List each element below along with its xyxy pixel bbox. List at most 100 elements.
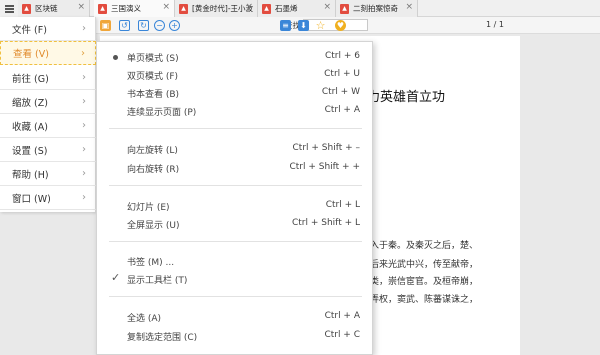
submenu-item-label: 全屏显示 (U) — [127, 221, 180, 231]
submenu-item-label: 幻灯片 (E) — [127, 203, 170, 213]
menu-item-label: 前往 (G) — [12, 73, 49, 85]
menu-item-label: 文件 (F) — [12, 24, 47, 36]
checkmark-icon: ✓ — [111, 271, 121, 284]
close-icon[interactable]: × — [323, 2, 331, 12]
shortcut-label: Ctrl + A — [324, 311, 360, 321]
tab-erke[interactable]: ▲ 二刻拍案惊奇 × — [336, 0, 418, 17]
submenu-item-label: 显示工具栏 (T) — [127, 276, 188, 286]
close-icon[interactable]: × — [405, 2, 413, 12]
shortcut-label: Ctrl + 6 — [324, 51, 360, 61]
zoom-out-icon[interactable]: − — [154, 20, 165, 31]
chevron-right-icon: › — [82, 192, 86, 203]
rotate-right-icon[interactable]: ↻ — [138, 20, 149, 31]
selected-dot-icon — [113, 55, 118, 60]
tab-blockchain[interactable]: ▲ 区块链 × — [18, 0, 90, 17]
submenu-item-continuous[interactable]: 连续显示页面 (P) Ctrl + A — [97, 102, 374, 120]
toolbar: ▣ ↺ ↻ − + 查找: ≡ ⬇ ☆ ♥ 1 / 1 — [96, 17, 600, 34]
star-icon[interactable]: ☆ — [315, 19, 326, 32]
close-icon[interactable]: × — [77, 2, 85, 12]
shortcut-label: Ctrl + Shift + – — [292, 143, 361, 153]
shortcut-label: Ctrl + C — [324, 330, 360, 340]
hamburger-icon — [4, 4, 14, 13]
menu-separator — [109, 185, 362, 186]
submenu-item-rotate-right[interactable]: 向右旋转 (R) Ctrl + Shift + + — [97, 159, 374, 177]
pdf-icon: ▲ — [340, 3, 349, 14]
page-indicator: 1 / 1 — [486, 20, 504, 29]
submenu-item-label: 连续显示页面 (P) — [127, 108, 197, 118]
tab-label: 二刻拍案惊奇 — [353, 4, 398, 13]
submenu-item-single-page[interactable]: 单页模式 (S) Ctrl + 6 — [97, 48, 374, 66]
submenu-item-double-page[interactable]: 双页模式 (F) Ctrl + U — [97, 66, 374, 84]
save-icon[interactable]: ⬇ — [298, 20, 309, 31]
submenu-item-show-toolbar[interactable]: ✓ 显示工具栏 (T) — [97, 270, 374, 288]
document-text-line: 入于秦。及秦灭之后，楚、 — [370, 241, 479, 251]
menu-item-label: 窗口 (W) — [12, 193, 51, 205]
menu-separator — [109, 128, 362, 129]
zoom-in-icon[interactable]: + — [169, 20, 180, 31]
menu-item-settings[interactable]: 设置 (S) › — [0, 138, 96, 162]
chevron-right-icon: › — [82, 96, 86, 107]
tab-label: 三国演义 — [111, 4, 141, 13]
menu-item-label: 设置 (S) — [12, 145, 48, 157]
submenu-item-label: 复制选定范围 (C) — [127, 333, 198, 343]
shortcut-label: Ctrl + Shift + L — [291, 218, 360, 228]
menu-item-label: 查看 (V) — [13, 49, 49, 60]
submenu-item-copy-selection[interactable]: 复制选定范围 (C) Ctrl + C — [97, 327, 374, 345]
heart-icon[interactable]: ♥ — [335, 20, 346, 31]
right-margin — [520, 34, 600, 355]
shortcut-label: Ctrl + W — [321, 87, 360, 97]
close-icon[interactable]: × — [162, 2, 170, 12]
close-icon[interactable]: × — [245, 2, 253, 12]
main-menu-button[interactable] — [0, 0, 18, 17]
menu-item-label: 帮助 (H) — [12, 169, 49, 181]
menu-item-help[interactable]: 帮助 (H) › — [0, 162, 96, 186]
shortcut-label: Ctrl + U — [324, 69, 360, 79]
tab-sanguo[interactable]: ▲ 三国演义 × — [94, 0, 175, 17]
main-menu: 文件 (F) › 查看 (V) › 前往 (G) › 缩放 (Z) › 收藏 (… — [0, 17, 96, 212]
pdf-icon: ▲ — [179, 3, 188, 14]
submenu-item-select-all[interactable]: 全选 (A) Ctrl + A — [97, 308, 374, 326]
tab-bar: ▲ 区块链 × ▲ 三国演义 × ▲ [黄金时代]-王小波 × ▲ 石墨烯 × … — [0, 0, 600, 17]
menu-item-goto[interactable]: 前往 (G) › — [0, 66, 96, 90]
submenu-item-label: 单页模式 (S) — [127, 54, 179, 64]
document-text-line: 后来光武中兴，传至献帝， — [370, 260, 479, 270]
tab-golden-age[interactable]: ▲ [黄金时代]-王小波 × — [175, 0, 258, 17]
shortcut-label: Ctrl + L — [325, 200, 360, 210]
chevron-right-icon: › — [82, 72, 86, 83]
chevron-right-icon: › — [82, 168, 86, 179]
submenu-item-bookmarks[interactable]: 书签 (M) ... — [97, 252, 374, 270]
pdf-icon: ▲ — [98, 3, 107, 14]
view-submenu: 单页模式 (S) Ctrl + 6 双页模式 (F) Ctrl + U 书本查看… — [96, 41, 373, 355]
shortcut-label: Ctrl + A — [324, 105, 360, 115]
tab-label: 区块链 — [35, 4, 58, 13]
menu-item-favorites[interactable]: 收藏 (A) › — [0, 114, 96, 138]
menu-item-label: 收藏 (A) — [12, 121, 48, 133]
chevron-right-icon: › — [82, 120, 86, 131]
tab-graphene[interactable]: ▲ 石墨烯 × — [258, 0, 336, 17]
shortcut-label: Ctrl + Shift + + — [289, 162, 360, 172]
menu-item-file[interactable]: 文件 (F) › — [0, 17, 96, 41]
document-title: 力英雄首立功 — [367, 90, 446, 105]
pdf-icon: ▲ — [22, 3, 31, 14]
document-text-line: 类，崇信宦官。及桓帝崩， — [370, 277, 479, 287]
menu-item-window[interactable]: 窗口 (W) › — [0, 186, 96, 210]
submenu-item-rotate-left[interactable]: 向左旋转 (L) Ctrl + Shift + – — [97, 140, 374, 158]
menu-item-view[interactable]: 查看 (V) › — [0, 41, 96, 65]
menu-separator — [109, 241, 362, 242]
submenu-item-label: 书本查看 (B) — [127, 90, 180, 100]
menu-separator — [109, 296, 362, 297]
open-file-icon[interactable]: ▣ — [100, 20, 111, 31]
tab-label: 石墨烯 — [275, 4, 298, 13]
submenu-item-fullscreen[interactable]: 全屏显示 (U) Ctrl + Shift + L — [97, 215, 374, 233]
submenu-item-label: 书签 (M) ... — [127, 258, 175, 268]
submenu-item-label: 双页模式 (F) — [127, 72, 179, 82]
submenu-item-slideshow[interactable]: 幻灯片 (E) Ctrl + L — [97, 197, 374, 215]
doc-icon[interactable]: ≡ — [280, 20, 291, 31]
rotate-left-icon[interactable]: ↺ — [119, 20, 130, 31]
menu-item-zoom[interactable]: 缩放 (Z) › — [0, 90, 96, 114]
chevron-right-icon: › — [81, 48, 85, 59]
pdf-icon: ▲ — [262, 3, 271, 14]
tab-label: [黄金时代]-王小波 — [192, 4, 254, 13]
submenu-item-label: 向右旋转 (R) — [127, 165, 180, 175]
submenu-item-book-view[interactable]: 书本查看 (B) Ctrl + W — [97, 84, 374, 102]
